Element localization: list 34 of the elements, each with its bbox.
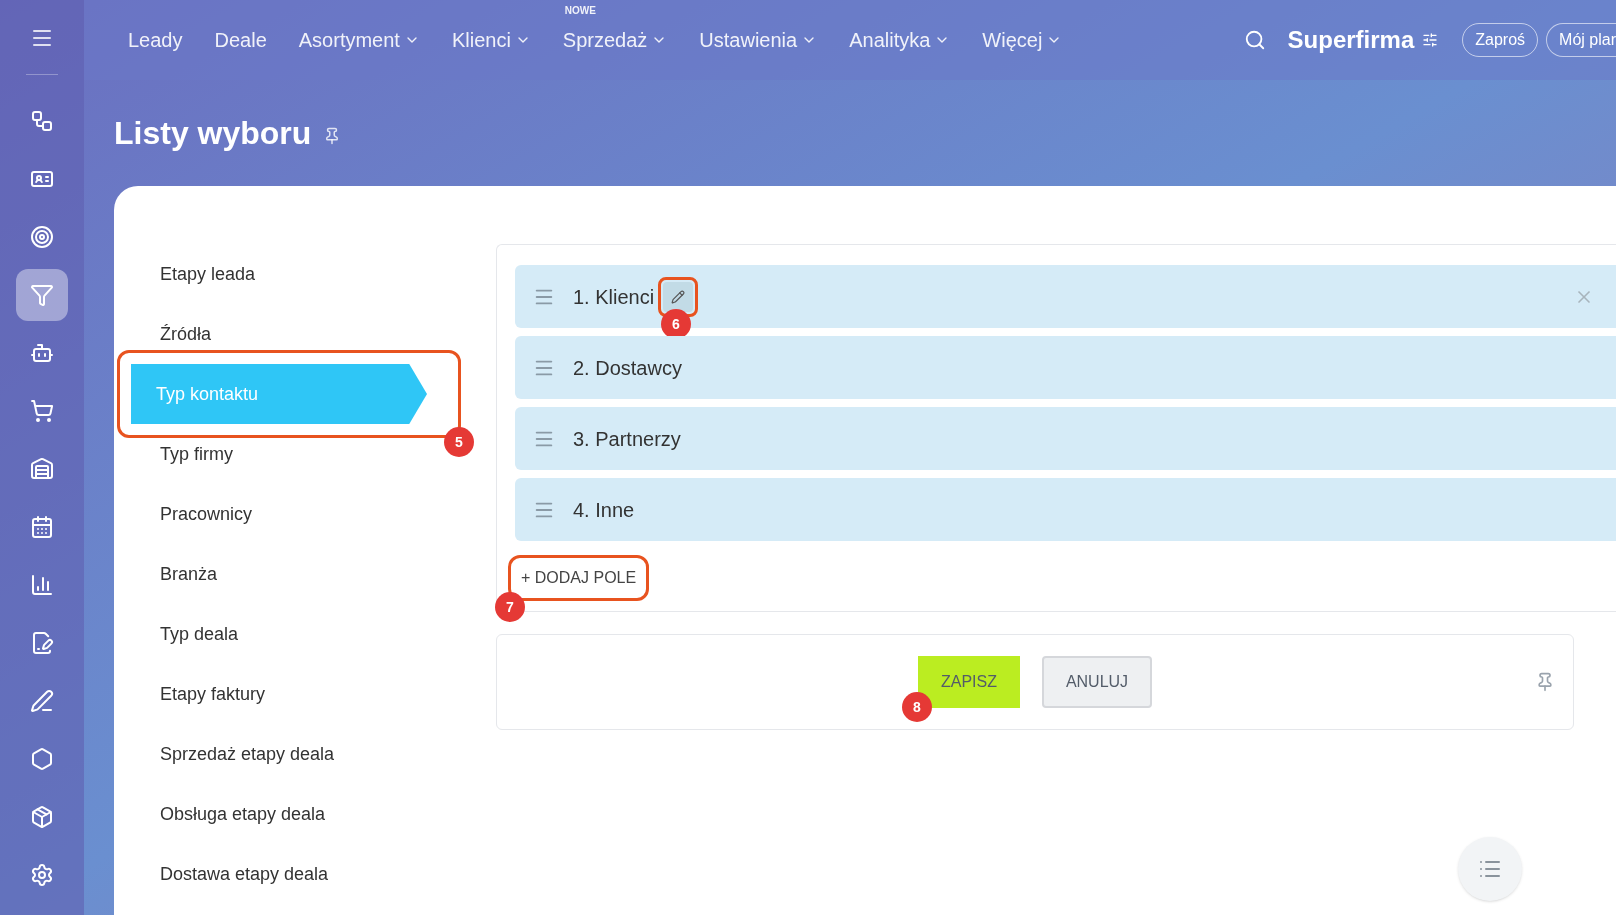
nav-item[interactable]: Leady	[128, 25, 183, 55]
list-row-label: 2. Dostawcy	[573, 355, 682, 381]
nav-item[interactable]: Deale	[214, 25, 267, 55]
list-row-label: 4. Inne	[573, 497, 635, 523]
search-icon[interactable]	[1243, 29, 1266, 51]
menu-item[interactable]: Etapy faktury	[134, 680, 266, 708]
funnel-icon[interactable]	[16, 269, 68, 321]
pencil-icon	[671, 289, 686, 304]
step-number-badge: 7	[495, 592, 525, 622]
nav-item[interactable]: Asortyment	[298, 25, 420, 55]
menu-item[interactable]: Pracownicy	[134, 500, 253, 528]
list-row[interactable]: 4. Inne	[515, 478, 1616, 541]
list-row-label: 3. Partnerzy	[573, 426, 681, 452]
menu-item[interactable]: Dostawa etapy deala	[134, 860, 329, 888]
menu-item[interactable]: Etapy leada	[134, 260, 256, 288]
step-number-badge: 8	[902, 692, 932, 722]
nav-item[interactable]: Klienci	[451, 25, 531, 55]
menu-item[interactable]: Typ deala	[134, 620, 239, 648]
settings-sliders-icon	[1422, 32, 1439, 48]
cancel-button[interactable]: ANULUJ	[1042, 656, 1152, 708]
page-title: Listy wyboru	[114, 114, 312, 153]
list-row[interactable]: 3. Partnerzy	[515, 407, 1616, 470]
menu-item[interactable]: Typ firmy	[134, 440, 233, 468]
nav-item[interactable]: Ustawienia	[699, 25, 818, 55]
step-number-badge: 5	[444, 427, 474, 457]
company-name: Superfirma	[1287, 25, 1415, 55]
menu-item[interactable]: Branża	[134, 560, 218, 588]
menu-item[interactable]: Źródła	[134, 320, 212, 348]
menu-item[interactable]: Obsługa etapy deala	[134, 800, 326, 828]
new-tag: NOWE	[564, 3, 596, 18]
list-row-label: 1. Klienci	[573, 284, 655, 310]
list-row[interactable]: 2. Dostawcy	[515, 336, 1616, 399]
menu-item[interactable]: Sprzedaż etapy deala	[134, 740, 335, 768]
pin-icon	[1535, 672, 1555, 692]
